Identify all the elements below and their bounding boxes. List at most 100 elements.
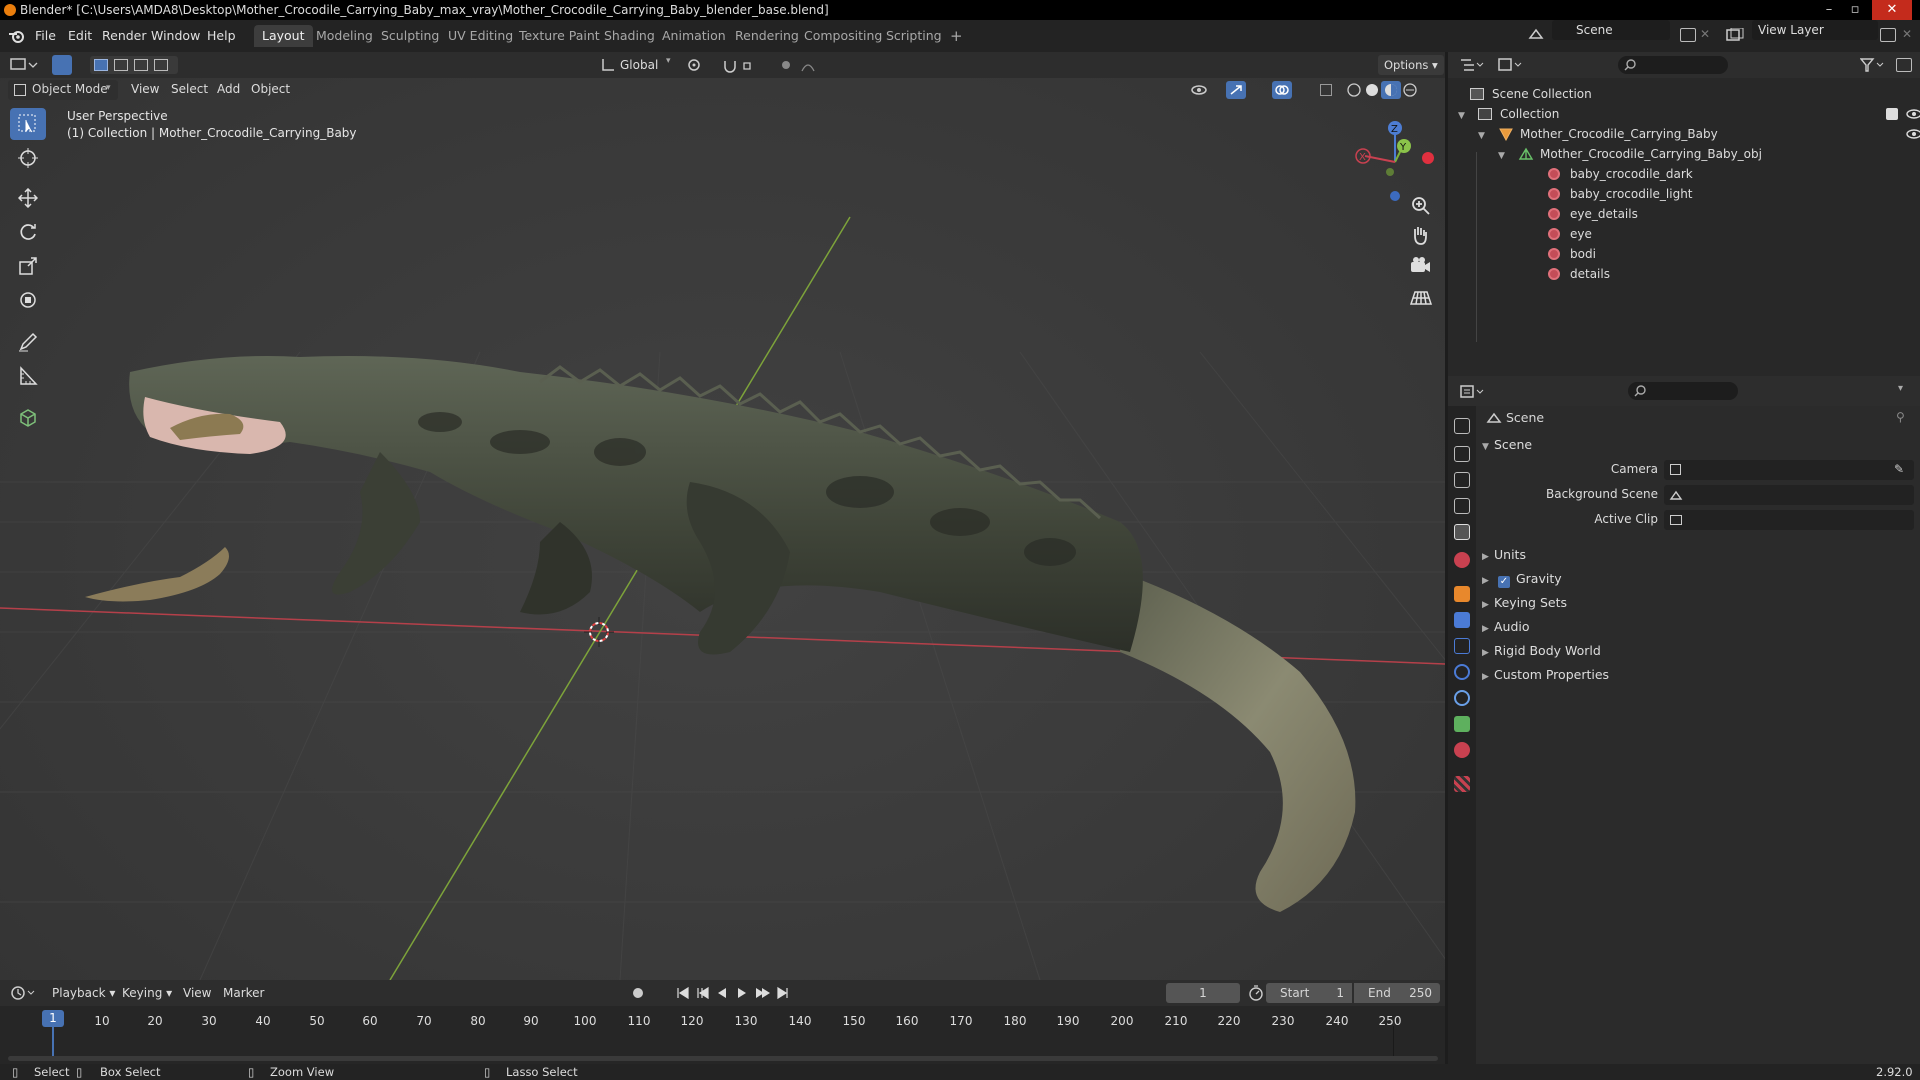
texture-tab-icon[interactable] [1454,776,1470,792]
jump-keyframe-forward-icon[interactable] [756,988,770,998]
tool-tab-icon[interactable] [1454,418,1470,434]
filter-icon[interactable] [1860,57,1886,73]
jump-end-icon[interactable] [777,986,788,1000]
gizmo-neg-z-axis[interactable] [1390,191,1400,201]
background-scene-field[interactable] [1664,485,1914,505]
constraints-tab-icon[interactable] [1454,690,1470,706]
new-collection-icon[interactable] [1896,58,1912,72]
output-tab-icon[interactable] [1454,472,1470,488]
tab-animation[interactable]: Animation [654,25,734,47]
delete-scene-icon[interactable]: ✕ [1700,27,1710,41]
chevron-down-icon[interactable]: ▾ [1898,383,1903,394]
scene-selector[interactable]: Scene [1552,20,1670,40]
active-clip-field[interactable] [1664,510,1914,530]
tab-uv-editing[interactable]: UV Editing [440,25,521,47]
outliner-row-material[interactable]: eye_details [1548,204,1638,224]
properties-search-input[interactable] [1628,382,1738,400]
3d-viewport[interactable]: Global ▾ Options ▾ Object Mode ▾ View Se… [0,52,1445,980]
tab-compositing[interactable]: Compositing [796,25,890,47]
expand-triangle-icon[interactable]: ▼ [1478,131,1485,141]
current-frame-field[interactable]: 1 [1166,983,1240,1003]
outliner-search-input[interactable] [1618,56,1728,74]
tab-layout[interactable]: Layout [254,25,313,47]
scale-tool[interactable] [10,250,46,282]
menu-window[interactable]: Window [151,28,200,43]
add-workspace-button[interactable]: + [942,25,971,47]
timeline-menu-marker[interactable]: Marker [223,982,264,1004]
menu-file[interactable]: File [35,28,56,43]
move-tool[interactable] [10,182,46,214]
camera-view-icon[interactable] [1407,253,1435,281]
menu-help[interactable]: Help [207,28,236,43]
properties-editor-type-icon[interactable] [1460,384,1486,400]
timeline-menu-view[interactable]: View [183,982,211,1004]
tab-sculpting[interactable]: Sculpting [373,25,447,47]
exclude-checkbox-icon[interactable] [1886,108,1898,120]
annotate-tool[interactable] [10,326,46,358]
expand-triangle-icon[interactable]: ▼ [1498,151,1505,161]
scene-tab-icon[interactable] [1454,524,1470,540]
outliner-row-object[interactable]: ▼ Mother_Crocodile_Carrying_Baby [1478,124,1920,144]
transform-tool[interactable] [10,284,46,316]
view-layer-tab-icon[interactable] [1454,498,1470,514]
panel-gravity-header[interactable]: ▶ ✓ Gravity [1482,568,1562,590]
stopwatch-icon[interactable] [1248,985,1264,1001]
add-cube-tool[interactable] [10,402,46,434]
tab-modeling[interactable]: Modeling [308,25,381,47]
close-button[interactable]: ✕ [1872,0,1912,20]
outliner-row-scene-collection[interactable]: Scene Collection [1470,84,1592,104]
panel-scene-header[interactable]: ▼ Scene [1482,434,1532,456]
cursor-tool[interactable] [10,142,46,174]
outliner-editor-type-icon[interactable] [1460,57,1486,73]
gizmo-neg-x-axis[interactable] [1422,152,1434,164]
delete-view-layer-icon[interactable]: ✕ [1902,27,1912,41]
tab-texture-paint[interactable]: Texture Paint [511,25,608,47]
pan-hand-icon[interactable] [1407,222,1435,250]
jump-keyframe-back-icon[interactable] [697,986,709,1000]
start-frame-field[interactable]: Start 1 [1266,983,1352,1003]
end-frame-field[interactable]: End 250 [1354,983,1440,1003]
render-tab-icon[interactable] [1454,446,1470,462]
playhead-frame-badge[interactable]: 1 [42,1010,64,1027]
new-scene-icon[interactable] [1680,28,1696,42]
record-keyframe-icon[interactable] [633,988,643,998]
outliner-row-material[interactable]: baby_crocodile_light [1548,184,1693,204]
timeline-menu-playback[interactable]: Playback ▾ [52,982,115,1004]
maximize-button[interactable]: ▫ [1842,0,1868,20]
panel-audio-header[interactable]: ▶ Audio [1482,616,1530,638]
tab-shading[interactable]: Shading [596,25,663,47]
menu-edit[interactable]: Edit [68,28,92,43]
outliner-row-material[interactable]: details [1548,264,1610,284]
perspective-grid-icon[interactable] [1407,284,1435,312]
play-reverse-icon[interactable] [718,988,726,998]
timeline-scrollbar[interactable] [8,1056,1438,1061]
camera-field[interactable]: ✎ [1664,460,1914,480]
tab-rendering[interactable]: Rendering [727,25,807,47]
select-box-tool[interactable] [10,108,46,140]
panel-rigid-body-world-header[interactable]: ▶ Rigid Body World [1482,640,1601,662]
gravity-checkbox[interactable]: ✓ [1497,576,1510,588]
jump-start-icon[interactable] [677,986,689,1000]
outliner-row-mesh-data[interactable]: ▼ Mother_Crocodile_Carrying_Baby_obj [1498,144,1762,164]
minimize-button[interactable]: – [1816,0,1842,20]
panel-custom-properties-header[interactable]: ▶ Custom Properties [1482,664,1609,686]
visibility-eye-icon[interactable] [1906,128,1920,140]
mesh-data-tab-icon[interactable] [1454,716,1470,732]
new-view-layer-icon[interactable] [1880,28,1896,42]
modifier-wrench-icon[interactable] [1454,612,1470,628]
play-icon[interactable] [738,988,746,998]
visibility-eye-icon[interactable] [1906,108,1920,120]
particles-tab-icon[interactable] [1454,638,1470,654]
menu-render[interactable]: Render [102,28,147,43]
material-tab-icon[interactable] [1454,742,1470,758]
eyedropper-icon[interactable]: ✎ [1894,462,1904,476]
expand-triangle-icon[interactable]: ▼ [1458,111,1465,121]
tab-scripting[interactable]: Scripting [878,25,950,47]
outliner-row-material[interactable]: eye [1548,224,1592,244]
gizmo-neg-y-axis[interactable] [1386,168,1394,176]
world-tab-icon[interactable] [1454,552,1470,568]
object-tab-icon[interactable] [1454,586,1470,602]
outliner-row-material[interactable]: baby_crocodile_dark [1548,164,1693,184]
timeline-editor-type-icon[interactable] [10,985,38,1001]
pin-icon[interactable]: ⚲ [1896,410,1905,424]
